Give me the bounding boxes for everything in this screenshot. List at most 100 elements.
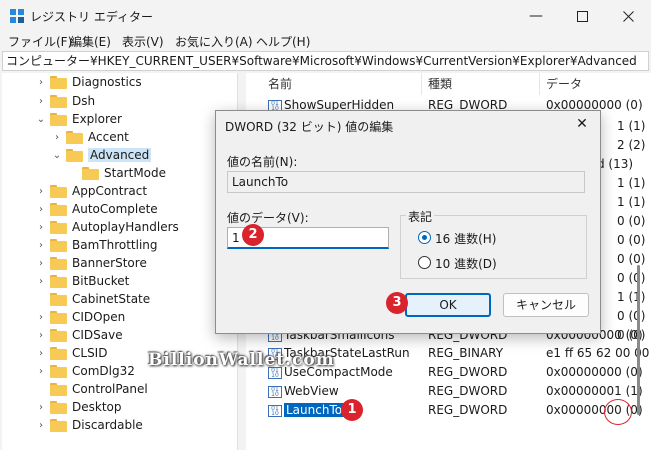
folder-icon <box>50 328 67 342</box>
dialog-close-button[interactable]: ✕ <box>570 114 594 134</box>
tree-item-accent[interactable]: › Accent <box>51 128 129 146</box>
chevron-right-icon[interactable]: › <box>35 276 47 287</box>
close-window-button[interactable] <box>605 0 651 32</box>
reg-dword-icon: 0110 <box>268 386 282 398</box>
chevron-right-icon[interactable]: › <box>35 402 47 413</box>
chevron-right-icon[interactable]: › <box>35 186 47 197</box>
value-name: LaunchTo <box>284 403 345 417</box>
chevron-right-icon[interactable]: › <box>35 348 47 359</box>
minimize-button[interactable]: — <box>513 0 559 32</box>
tree-item-appcontract[interactable]: › AppContract <box>35 182 147 200</box>
folder-icon <box>50 400 67 414</box>
tree-item-cidopen[interactable]: › CIDOpen <box>35 308 125 326</box>
chevron-right-icon[interactable]: › <box>35 77 47 88</box>
value-data: 0x00000000 (0) <box>546 365 643 379</box>
close-icon <box>622 10 634 22</box>
title-bar: レジストリ エディター — <box>0 0 651 32</box>
tree-item-label: ComDlg32 <box>72 364 135 378</box>
tree-item-autocomplete[interactable]: › AutoComplete <box>35 200 158 218</box>
folder-icon <box>50 75 67 89</box>
menu-favorites[interactable]: お気に入り(A) <box>175 33 253 50</box>
tree-item-diagnostics[interactable]: › Diagnostics <box>35 73 142 91</box>
chevron-right-icon[interactable]: › <box>35 366 47 377</box>
tree-item-label: CLSID <box>72 346 108 360</box>
step-badge-2: 2 <box>242 224 264 246</box>
tree-item-label: CabinetState <box>72 292 151 306</box>
tree-item-bannerstore[interactable]: › BannerStore <box>35 254 147 272</box>
tree-item-label: CIDOpen <box>72 310 126 324</box>
menu-view[interactable]: 表示(V) <box>122 33 164 50</box>
tree-item-bitbucket[interactable]: › BitBucket <box>35 272 129 290</box>
decimal-label[interactable]: 10 進数(D) <box>435 255 497 272</box>
table-row[interactable]: 01 10 WebView REG_DWORD 0x00000001 (1) <box>246 383 643 402</box>
maximize-button[interactable] <box>559 0 605 32</box>
tree-item-desktop[interactable]: › Desktop <box>35 398 122 416</box>
column-header-type[interactable]: 種類 <box>422 73 540 95</box>
chevron-right-icon[interactable]: › <box>35 312 47 323</box>
minimize-icon: — <box>529 8 543 24</box>
chevron-right-icon[interactable]: › <box>35 204 47 215</box>
values-scrollbar[interactable] <box>634 95 644 435</box>
chevron-down-icon[interactable]: ⌄ <box>35 114 47 125</box>
edit-dword-dialog: DWORD (32 ビット) 値の編集 ✕ 値の名前(N): LaunchTo … <box>215 110 601 334</box>
chevron-right-icon[interactable]: › <box>35 258 47 269</box>
folder-icon <box>50 364 67 378</box>
menu-edit[interactable]: 編集(E) <box>70 33 111 50</box>
cancel-button[interactable]: キャンセル <box>503 293 589 317</box>
folder-open-icon <box>66 148 83 162</box>
folder-icon <box>50 184 67 198</box>
tree-item-autoplayhandlers[interactable]: › AutoplayHandlers <box>35 218 179 236</box>
column-header-data[interactable]: データ <box>540 73 640 95</box>
value-data: d (13) <box>597 157 634 171</box>
value-data-label: 値のデータ(V): <box>227 211 309 225</box>
menu-file[interactable]: ファイル(F) <box>8 33 72 50</box>
tree-item-label: AutoComplete <box>72 202 158 216</box>
tree-item-startmode[interactable]: StartMode <box>67 164 166 182</box>
column-header-name[interactable]: 名前 <box>262 73 422 95</box>
folder-icon <box>50 94 67 108</box>
window-title: レジストリ エディター <box>30 10 153 24</box>
tree-item-label: AppContract <box>72 184 148 198</box>
highlight-circle <box>604 399 632 425</box>
ok-button[interactable]: OK <box>405 293 491 317</box>
address-bar[interactable]: コンピューター¥HKEY_CURRENT_USER¥Software¥Micro… <box>2 51 649 71</box>
tree-item-label: Desktop <box>72 400 122 414</box>
chevron-right-icon[interactable]: › <box>35 420 47 431</box>
chevron-right-icon[interactable]: › <box>35 330 47 341</box>
folder-icon <box>50 292 67 306</box>
chevron-down-icon[interactable]: ⌄ <box>51 150 63 161</box>
folder-open-icon <box>50 112 67 126</box>
value-data: 0x00000001 (1) <box>546 384 643 398</box>
tree-item-comdlg32[interactable]: › ComDlg32 <box>35 362 135 380</box>
tree-item-bamthrottling[interactable]: › BamThrottling <box>35 236 158 254</box>
folder-icon <box>50 220 67 234</box>
menu-help[interactable]: ヘルプ(H) <box>256 33 310 50</box>
tree-item-explorer[interactable]: ⌄ Explorer <box>35 110 122 128</box>
value-type: REG_DWORD <box>428 403 508 417</box>
tree-item-label: Dsh <box>72 94 96 108</box>
tree-item-cidsave[interactable]: › CIDSave <box>35 326 123 344</box>
tree-item-advanced[interactable]: ⌄ Advanced <box>51 146 152 164</box>
scrollbar-thumb[interactable] <box>637 265 640 415</box>
radio-hexadecimal[interactable] <box>418 231 431 244</box>
chevron-right-icon[interactable]: › <box>51 132 63 143</box>
table-row-selected[interactable]: 01 10 LaunchTo REG_DWORD 0x00000000 (0) <box>246 402 643 421</box>
tree-item-dsh[interactable]: › Dsh <box>35 92 95 110</box>
tree-item-label: CIDSave <box>72 328 123 342</box>
tree-item-discardable[interactable]: › Discardable <box>35 416 143 434</box>
chevron-right-icon[interactable]: › <box>35 240 47 251</box>
tree-item-cabinetstate[interactable]: CabinetState <box>35 290 150 308</box>
tree-item-controlpanel[interactable]: ControlPanel <box>35 380 148 398</box>
tree-item-clsid[interactable]: › CLSID <box>35 344 107 362</box>
base-group-title: 表記 <box>406 208 435 225</box>
chevron-right-icon[interactable]: › <box>35 222 47 233</box>
chevron-right-icon[interactable]: › <box>35 96 47 107</box>
hexadecimal-label[interactable]: 16 進数(H) <box>435 230 496 247</box>
menu-bar: ファイル(F) 編集(E) 表示(V) お気に入り(A) ヘルプ(H) <box>0 32 651 50</box>
value-name-label: 値の名前(N): <box>227 155 298 169</box>
folder-icon <box>50 346 67 360</box>
folder-icon <box>50 310 67 324</box>
folder-icon <box>50 256 67 270</box>
radio-decimal[interactable] <box>418 256 431 269</box>
value-type: REG_BINARY <box>428 346 504 360</box>
